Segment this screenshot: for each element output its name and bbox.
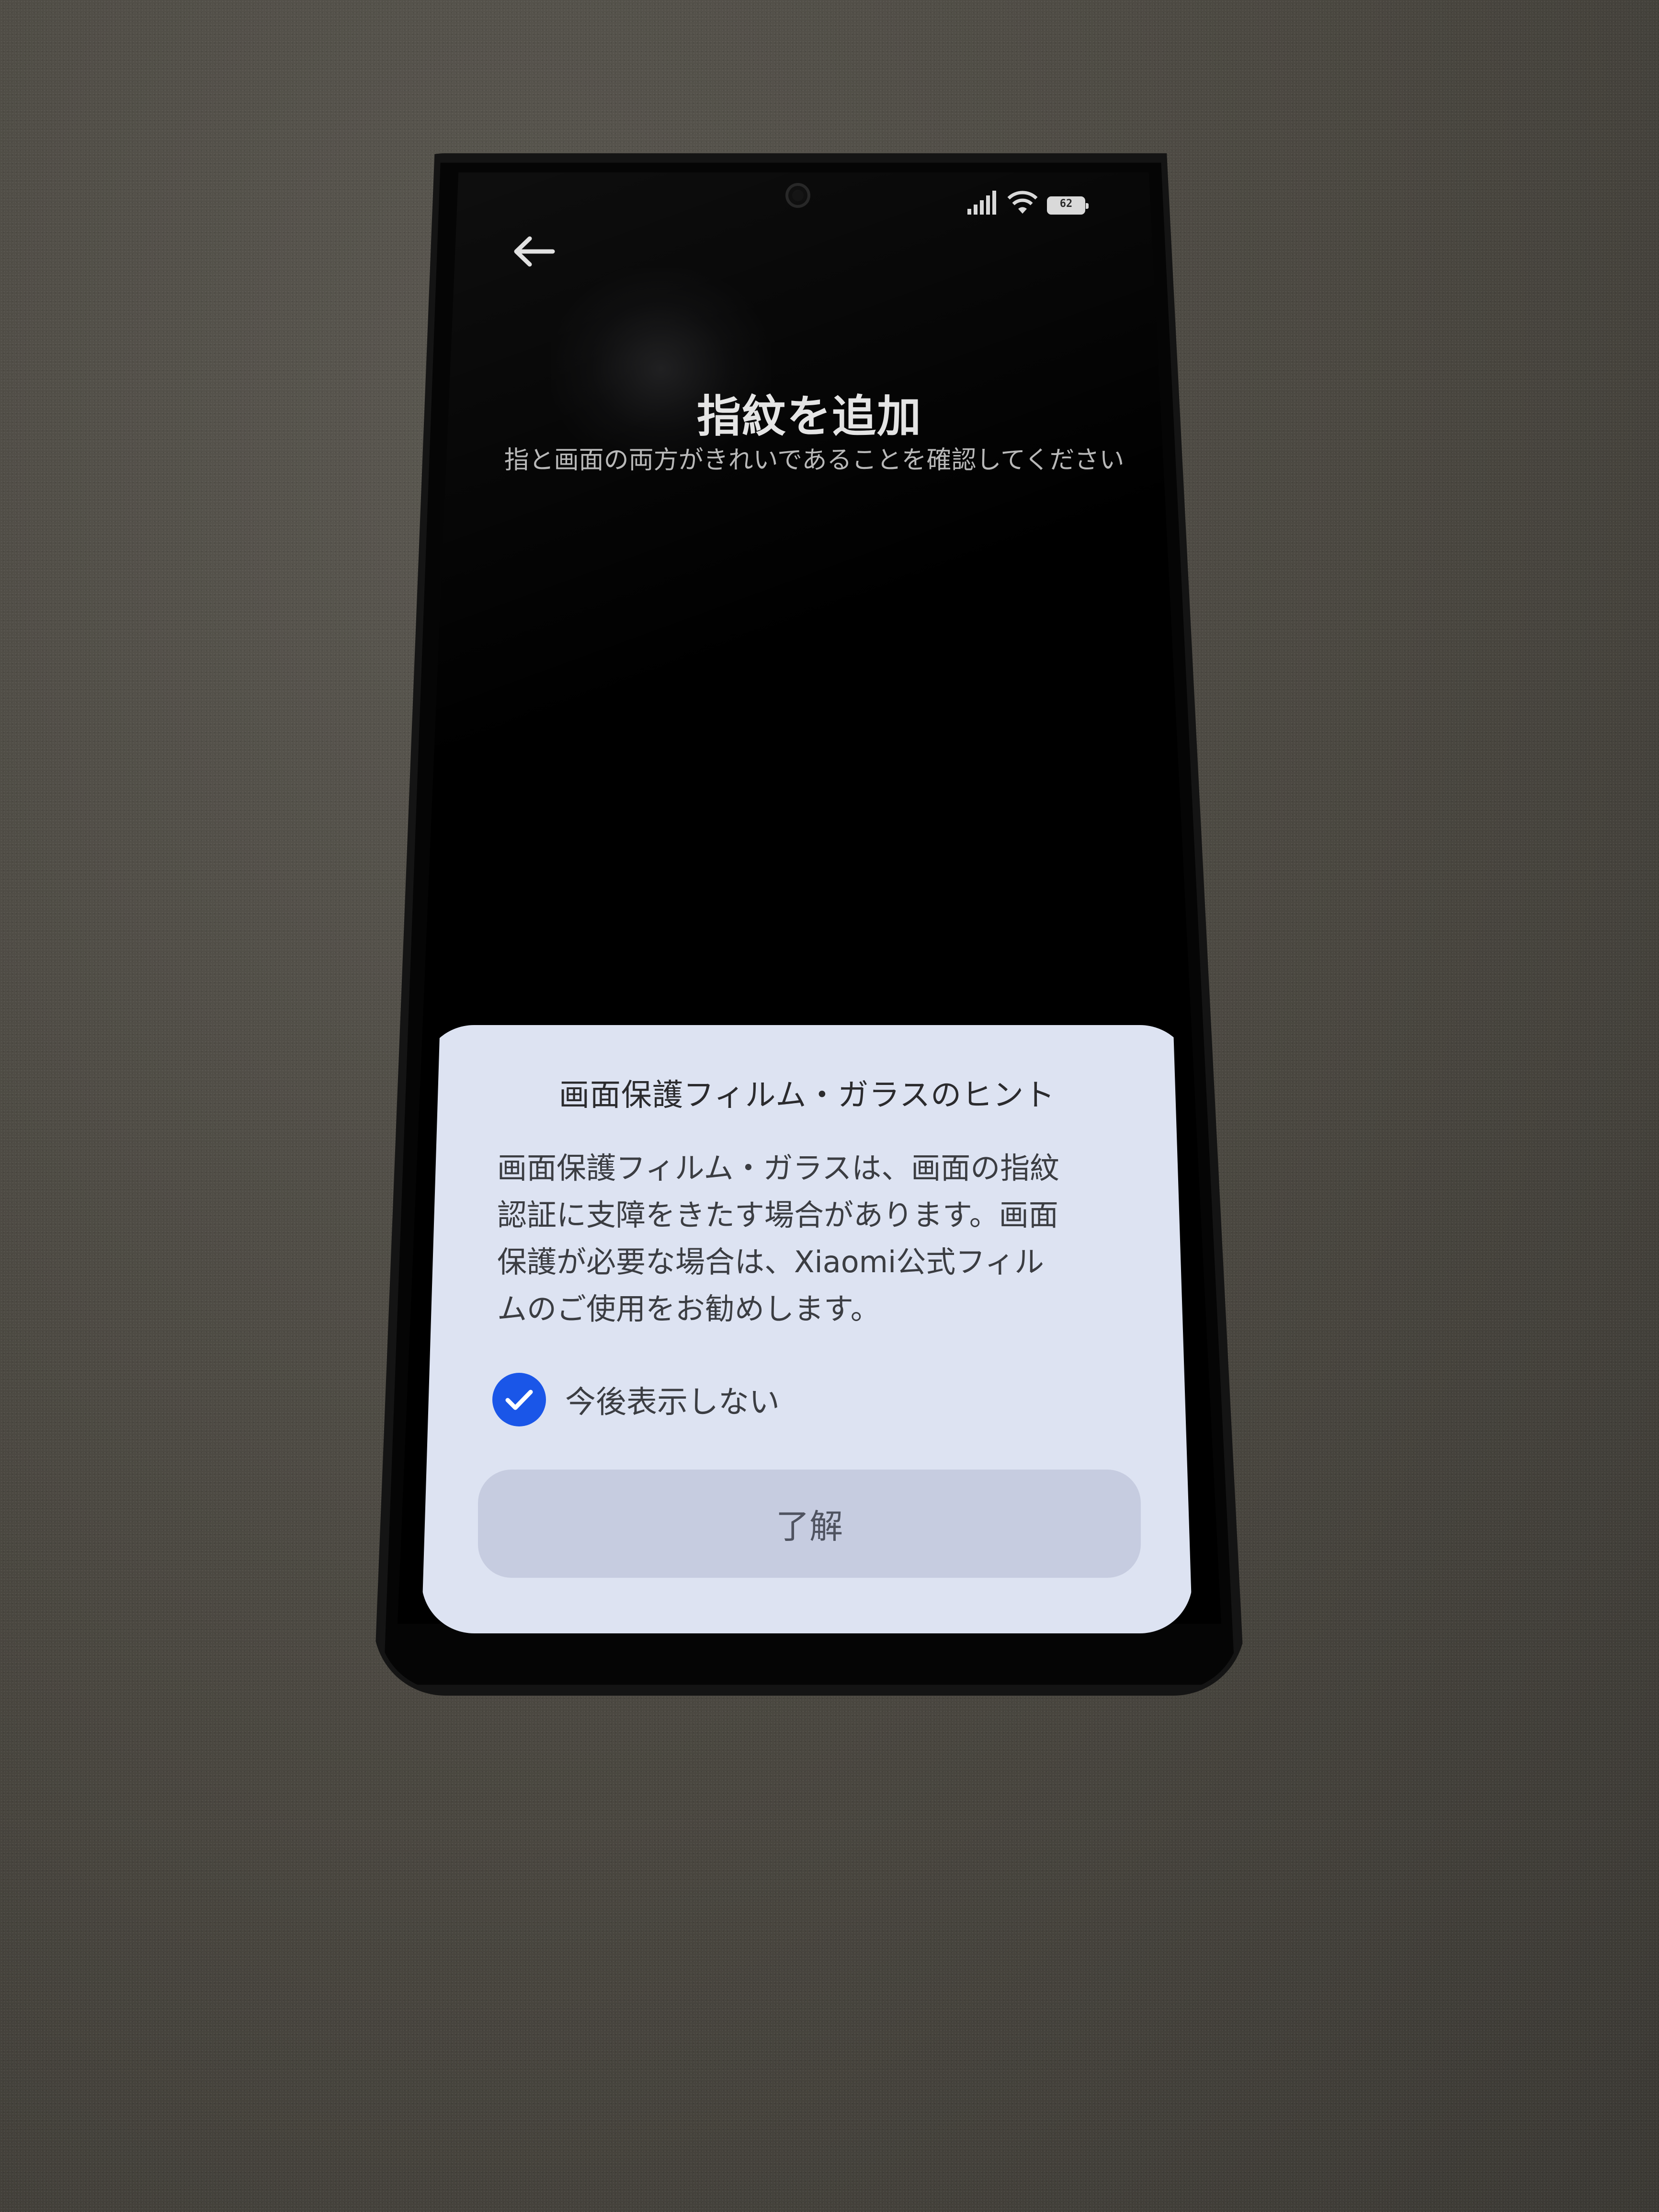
battery-level: 62 xyxy=(1059,198,1073,210)
ok-button[interactable]: 了解 xyxy=(478,1470,1141,1578)
battery-icon: 62 xyxy=(1047,196,1089,215)
dialog-title: 画面保護フィルム・ガラスのヒント xyxy=(558,1078,1056,1113)
status-bar: 62 xyxy=(967,186,1089,215)
dialog-body: 画面保護フィルム・ガラスは、画面の指紋 認証に支障をきたす場合があります。画面 … xyxy=(497,1145,1134,1333)
dialog-body-line: 画面保護フィルム・ガラスは、画面の指紋 xyxy=(497,1151,1060,1186)
page-subtitle: 指と画面の両方がきれいであることを確認してください xyxy=(504,446,1125,475)
dialog-body-line: 保護が必要な場合は、Xiaomi公式フィル xyxy=(497,1244,1045,1279)
signal-icon xyxy=(967,191,996,215)
dialog-body-line: ムのご使用をお勧めします。 xyxy=(497,1291,880,1326)
wifi-icon xyxy=(1007,191,1038,214)
page-title: 指紋を追加 xyxy=(696,391,922,442)
checkmark-icon[interactable] xyxy=(492,1373,546,1426)
front-camera-icon xyxy=(785,183,810,208)
dont-show-again-checkbox[interactable]: 今後表示しない xyxy=(492,1371,780,1428)
hint-dialog: 画面保護フィルム・ガラスのヒント 画面保護フィルム・ガラスは、画面の指紋 認証に… xyxy=(421,1025,1193,1633)
back-arrow-icon[interactable] xyxy=(512,235,556,268)
dialog-body-line: 認証に支障をきたす場合があります。画面 xyxy=(497,1197,1058,1232)
checkbox-label: 今後表示しない xyxy=(565,1385,780,1420)
